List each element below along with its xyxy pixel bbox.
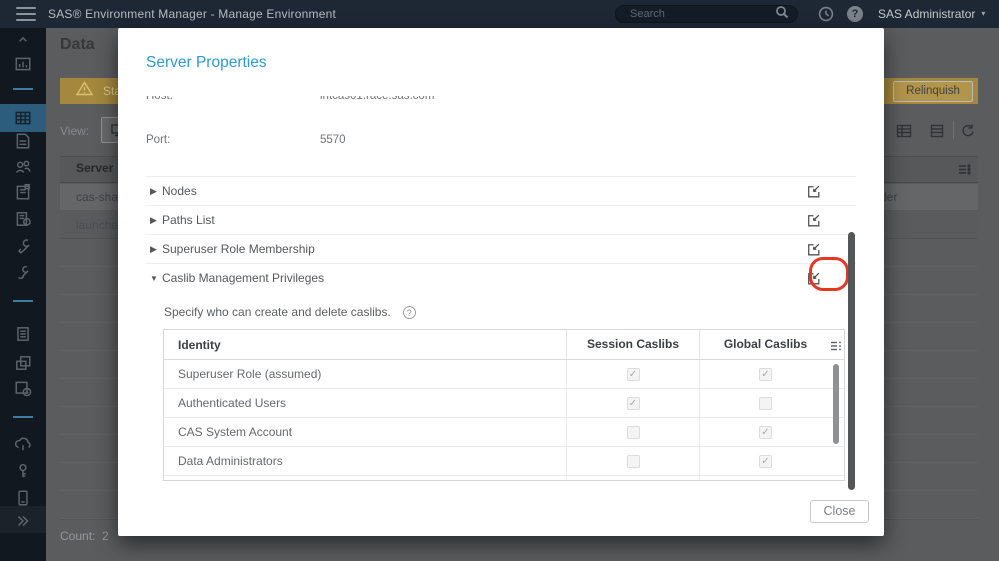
sidebar-item-data-selected[interactable]: [0, 104, 46, 132]
privileges-table-header: Identity Session Caslibs Global Caslibs: [164, 330, 844, 360]
sidebar-expand-row[interactable]: [0, 506, 46, 533]
identity-column-header: Identity: [178, 337, 221, 352]
privileges-table: Identity Session Caslibs Global Caslibs …: [163, 329, 845, 481]
user-caret-down-icon: ▾: [981, 9, 986, 18]
global-checkbox[interactable]: [759, 396, 772, 410]
hamburger-menu-icon[interactable]: [16, 7, 36, 21]
port-label: Port:: [146, 134, 171, 146]
sidebar-item-reports[interactable]: [14, 183, 32, 201]
dialog-title: Server Properties: [146, 54, 267, 71]
caret-down-icon[interactable]: ▼: [146, 274, 162, 283]
sidebar-item-publish[interactable]: [14, 435, 32, 453]
app-title: SAS® Environment Manager - Manage Enviro…: [48, 7, 336, 21]
sidebar-divider: [13, 416, 33, 418]
session-checkbox[interactable]: ✓: [626, 396, 640, 410]
sidebar-item-content[interactable]: [14, 132, 32, 150]
help-tooltip-icon[interactable]: ?: [402, 305, 416, 319]
session-checkbox[interactable]: [626, 454, 640, 468]
section-nodes[interactable]: ▶ Nodes: [146, 176, 856, 205]
port-field: Port: 5570: [146, 134, 846, 148]
search-icon[interactable]: [775, 5, 789, 24]
sidebar-item-scheduling[interactable]: [14, 379, 32, 397]
dialog-scrollbar[interactable]: [848, 232, 855, 490]
global-checkbox[interactable]: ✓: [759, 454, 772, 468]
relinquish-button[interactable]: Relinquish: [893, 81, 973, 102]
data-grid-icon: [14, 109, 32, 127]
sidebar-divider: [13, 300, 33, 302]
close-button[interactable]: Close: [810, 500, 869, 523]
sidebar-item-security-keys[interactable]: [14, 462, 32, 480]
table-scrollbar[interactable]: [833, 364, 839, 444]
screen: SAS® Environment Manager - Manage Enviro…: [0, 0, 999, 561]
sidebar-item-tools[interactable]: [14, 263, 32, 281]
sidebar-item-users[interactable]: [14, 158, 32, 176]
server-properties-dialog: Server Properties Host: intcas01.race.sa…: [118, 28, 884, 536]
host-value: intcas01.race.sas.com: [320, 96, 435, 102]
privileges-table-body: Superuser Role (assumed) ✓ ✓ Authenticat…: [164, 360, 844, 480]
open-detail-icon[interactable]: [805, 183, 822, 200]
server-name-fragment: cas-shar: [76, 190, 123, 204]
page-title: Data: [60, 36, 95, 53]
refresh-icon[interactable]: [960, 123, 975, 143]
section-paths-list[interactable]: ▶ Paths List: [146, 205, 856, 234]
history-icon[interactable]: [818, 6, 834, 27]
row-count: Count: 2: [60, 529, 109, 543]
search-box[interactable]: [615, 5, 798, 23]
table-view-icon[interactable]: [896, 124, 912, 143]
global-checkbox[interactable]: ✓: [759, 367, 772, 381]
help-icon[interactable]: ?: [847, 6, 863, 22]
sidebar-item-configuration[interactable]: [14, 237, 32, 255]
toolbar-divider: [953, 121, 954, 139]
caret-right-icon[interactable]: ▶: [146, 244, 162, 255]
session-caslibs-column-header: Session Caslibs: [566, 330, 699, 359]
sidebar-item-devices[interactable]: [14, 489, 32, 507]
detail-view-icon[interactable]: [930, 124, 944, 143]
session-checkbox[interactable]: [626, 425, 640, 439]
caret-right-icon[interactable]: ▶: [146, 215, 162, 226]
sidebar-item-dashboard[interactable]: [14, 55, 32, 73]
host-field: Host: intcas01.race.sas.com: [146, 96, 846, 104]
table-row[interactable]: CAS System Account ✓: [164, 418, 844, 447]
server-column-header: Server: [76, 161, 114, 175]
warning-icon: [75, 81, 94, 101]
host-label: Host:: [146, 96, 173, 102]
search-input[interactable]: [628, 7, 775, 21]
global-checkbox[interactable]: ✓: [759, 425, 772, 439]
expand-right-icon: [14, 512, 32, 530]
table-row[interactable]: [164, 476, 844, 480]
section-superuser-role[interactable]: ▶ Superuser Role Membership: [146, 234, 856, 263]
table-row[interactable]: Authenticated Users ✓: [164, 389, 844, 418]
session-checkbox[interactable]: ✓: [626, 367, 640, 381]
section-caslib-privileges[interactable]: ▼ Caslib Management Privileges: [146, 263, 856, 292]
table-options-icon[interactable]: [958, 163, 971, 181]
sidebar-divider: [13, 88, 33, 90]
red-circle-annotation: [809, 257, 849, 291]
privileges-description-row: Specify who can create and delete caslib…: [164, 300, 416, 324]
server-role-fragment: ler: [884, 190, 898, 204]
table-row[interactable]: Superuser Role (assumed) ✓ ✓: [164, 360, 844, 389]
field-scroll-clip: Host: intcas01.race.sas.com Port: 5570: [146, 96, 846, 154]
port-value: 5570: [320, 134, 346, 146]
server-name-fragment: launche: [76, 218, 119, 232]
table-options-icon[interactable]: [830, 339, 842, 357]
open-detail-icon[interactable]: [805, 241, 822, 258]
sidebar-item-servers[interactable]: [14, 210, 32, 228]
caret-right-icon[interactable]: ▶: [146, 186, 162, 197]
sidebar-item-logs[interactable]: [14, 325, 32, 343]
user-menu[interactable]: SAS Administrator ▾: [878, 0, 985, 28]
privileges-description: Specify who can create and delete caslib…: [164, 305, 391, 319]
global-caslibs-column-header: Global Caslibs: [699, 330, 831, 359]
open-detail-icon[interactable]: [805, 212, 822, 229]
user-name: SAS Administrator: [878, 7, 976, 21]
table-row[interactable]: Data Administrators ✓: [164, 447, 844, 476]
view-label: View:: [60, 124, 90, 138]
sidebar-item-contexts[interactable]: [14, 354, 32, 372]
sidebar-collapse-up-icon[interactable]: [14, 30, 32, 48]
accordion-sections: ▶ Nodes ▶ Paths List ▶ Superuser Role Me…: [146, 176, 856, 292]
